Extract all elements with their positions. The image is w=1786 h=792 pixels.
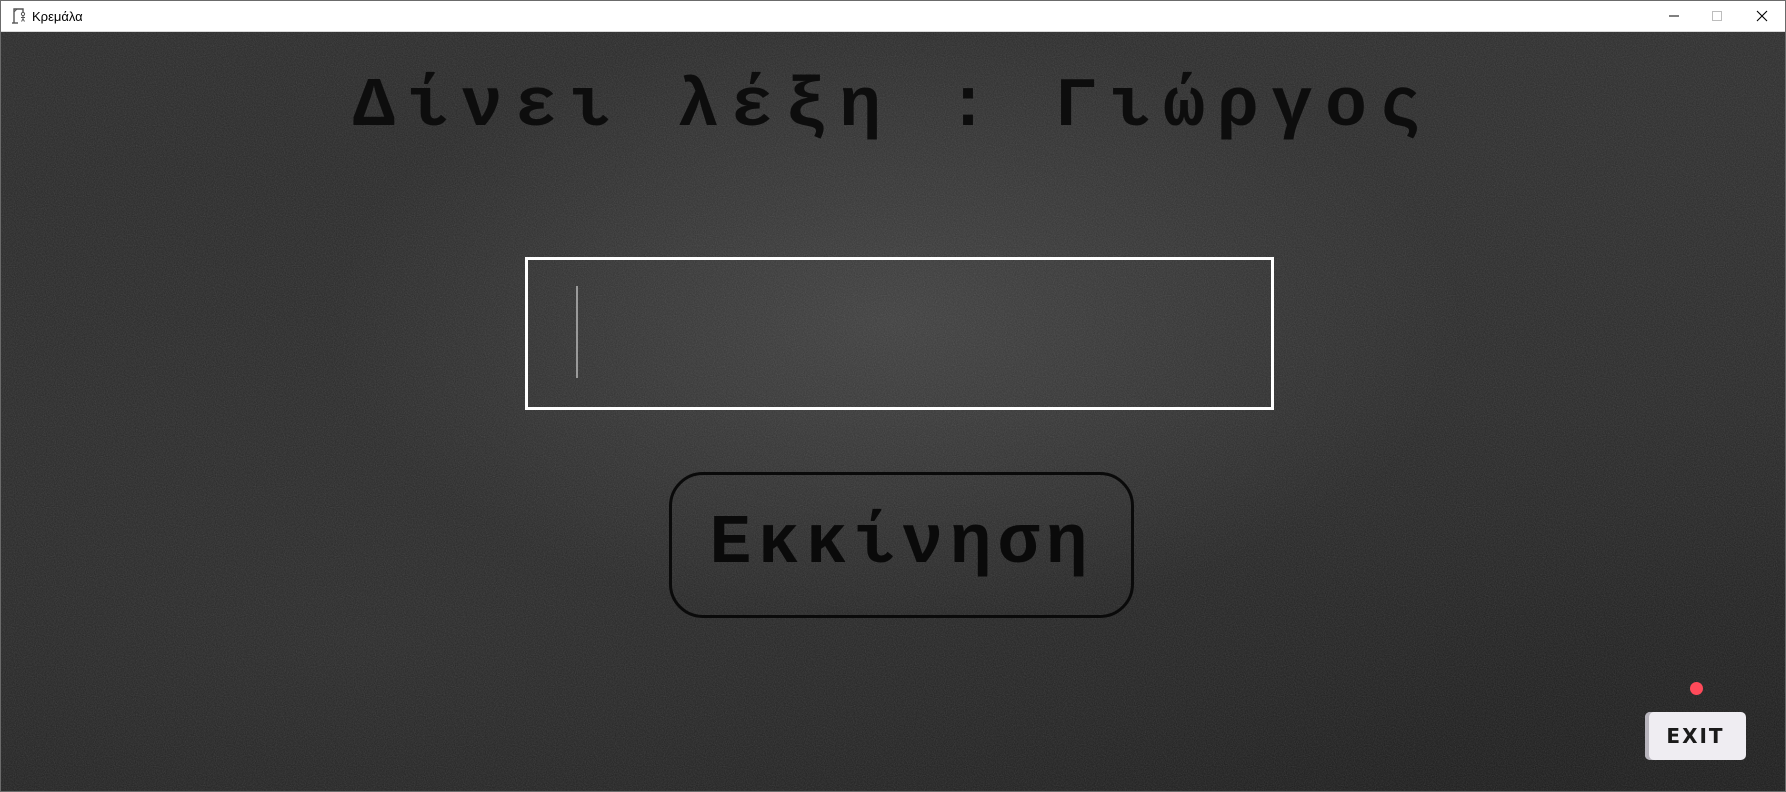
start-button[interactable]: Εκκίνηση	[669, 472, 1134, 618]
app-window: Κρεμάλα Δίνει λέξη : Γιώργος Εκκίνηση EX…	[0, 0, 1786, 792]
maximize-icon	[1712, 11, 1722, 21]
minimize-icon	[1669, 15, 1679, 17]
word-input-frame[interactable]	[525, 257, 1274, 410]
window-title: Κρεμάλα	[32, 9, 83, 24]
exit-button[interactable]: EXIT	[1645, 712, 1746, 760]
close-button[interactable]	[1739, 1, 1785, 31]
word-giver-heading: Δίνει λέξη : Γιώργος	[352, 68, 1434, 147]
title-bar[interactable]: Κρεμάλα	[1, 1, 1785, 32]
word-input[interactable]	[531, 263, 1268, 404]
game-background: Δίνει λέξη : Γιώργος Εκκίνηση EXIT	[1, 32, 1785, 791]
notification-dot	[1690, 682, 1703, 695]
text-caret	[576, 286, 578, 378]
gallows-icon	[12, 8, 26, 24]
close-icon	[1756, 10, 1768, 22]
minimize-button[interactable]	[1651, 1, 1697, 31]
maximize-button[interactable]	[1694, 1, 1740, 31]
